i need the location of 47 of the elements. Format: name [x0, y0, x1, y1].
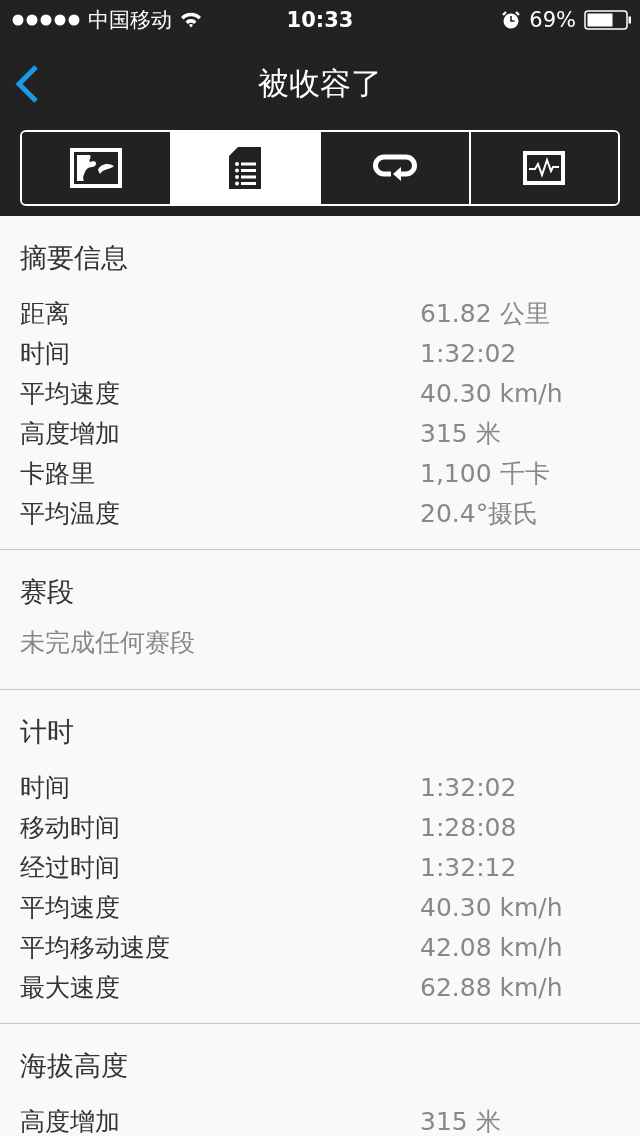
section-heading: 摘要信息 [20, 241, 129, 275]
stat-label: 卡路里 [20, 458, 96, 490]
status-time: 10:33 [286, 8, 354, 32]
battery-percentage: 69% [529, 8, 576, 32]
stat-value: 1:32:12 [420, 852, 518, 884]
stat-value: 20.4°摄氏 [420, 498, 540, 530]
empty-note: 未完成任何赛段 [20, 627, 196, 659]
stat-label: 平均速度 [20, 378, 121, 410]
section-heading: 海拔高度 [20, 1049, 129, 1083]
stat-label: 最大速度 [20, 972, 121, 1004]
activity-chart-icon [523, 151, 566, 185]
battery-icon [584, 10, 632, 30]
carrier-name: 中国移动 [88, 7, 172, 34]
tab[interactable] [468, 132, 618, 204]
stat-label: 平均速度 [20, 892, 121, 924]
stat-value: 62.88 km/h [420, 972, 564, 1004]
wifi-icon [180, 12, 202, 28]
stat-label: 高度增加 [20, 418, 121, 450]
loop-arrow-icon [372, 153, 417, 183]
stat-value: 1,100 千卡 [420, 458, 551, 490]
stat-value: 40.30 km/h [420, 892, 564, 924]
stat-label: 时间 [20, 772, 71, 804]
stat-value: 42.08 km/h [420, 932, 564, 964]
stat-value: 1:32:02 [420, 772, 518, 804]
section-heading: 计时 [20, 715, 75, 749]
stat-label: 平均温度 [20, 498, 121, 530]
stat-label: 距离 [20, 298, 71, 330]
stat-label: 移动时间 [20, 812, 121, 844]
stat-value: 40.30 km/h [420, 378, 564, 410]
stat-value: 315 米 [420, 1106, 502, 1136]
stat-value: 315 米 [420, 418, 502, 450]
signal-icon [12, 14, 80, 26]
map-icon [69, 148, 122, 188]
back-button[interactable] [14, 64, 40, 104]
tab[interactable] [169, 132, 319, 204]
page-title: 被收容了 [258, 64, 382, 103]
section-heading: 赛段 [20, 575, 75, 609]
alarm-clock-icon [501, 10, 522, 30]
stat-value: 61.82 公里 [420, 298, 551, 330]
stat-label: 平均移动速度 [20, 932, 171, 964]
stat-label: 时间 [20, 338, 71, 370]
chevron-left-icon [14, 64, 40, 104]
stat-value: 1:28:08 [420, 812, 518, 844]
document-list-icon [228, 146, 263, 190]
stat-value: 1:32:02 [420, 338, 518, 370]
stat-label: 经过时间 [20, 852, 121, 884]
stat-label: 高度增加 [20, 1106, 121, 1136]
